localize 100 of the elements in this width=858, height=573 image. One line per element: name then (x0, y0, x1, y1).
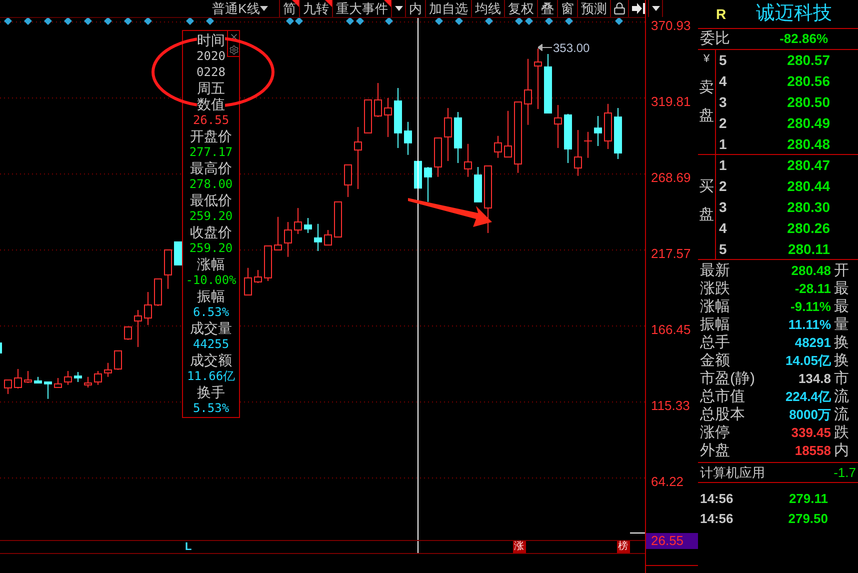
view-dropdown[interactable]: 普通K线 (187, 0, 280, 17)
axis-label: 370.93 (650, 18, 691, 33)
stat-label: 跌 (834, 422, 850, 442)
price-value: 280.57 (787, 51, 830, 70)
tooltip-label: 时间 (197, 32, 225, 48)
toolbar-button[interactable]: 叠 (538, 0, 558, 17)
stat-value: -28.11 (794, 280, 831, 298)
level-number: 2 (719, 114, 727, 133)
side-label: 卖盘 (699, 78, 714, 126)
stat-label: 总股本 (700, 404, 745, 424)
stat-label: 换 (834, 350, 850, 370)
tooltip-label: 换手 (197, 384, 225, 400)
tick-time: 14:56 (700, 490, 734, 508)
stat-label: 涨停 (700, 422, 730, 443)
level-number: 3 (719, 93, 727, 112)
toolbar-button[interactable]: 复权 (505, 0, 538, 17)
stat-label: 最 (834, 278, 850, 299)
stat-label: 外盘 (700, 440, 730, 461)
toolbar-button[interactable]: 九转 (300, 0, 333, 17)
toolbar-button[interactable]: 预测 (578, 0, 611, 17)
axis-label: 166.45 (650, 322, 691, 337)
stat-label: 总市值 (700, 386, 745, 406)
toolbar-button[interactable]: 加自选 (426, 0, 472, 17)
event-marker[interactable]: L (185, 538, 192, 556)
stat-label: 最新 (700, 260, 730, 280)
price-value: 280.48 (787, 135, 830, 154)
stat-value: 11.11% (788, 316, 831, 334)
tooltip-value: 44255 (192, 336, 230, 352)
stat-label: 涨幅 (700, 296, 730, 317)
tooltip-value: 2020 (196, 48, 226, 64)
stat-value: 8000万 (789, 406, 831, 424)
tooltip-value: 11.66亿 (186, 368, 236, 384)
stat-label: 振幅 (700, 314, 730, 334)
stat-value: 280.48 (791, 262, 831, 280)
stock-name: 诚迈科技 (756, 2, 832, 26)
tooltip-value: 259.20 (189, 240, 233, 256)
stat-label: 开 (834, 260, 850, 281)
stat-label: 流 (834, 386, 850, 406)
level-number: 5 (719, 240, 727, 259)
toolbar-button[interactable]: 内 (406, 0, 426, 17)
tooltip-label: 最高价 (190, 160, 232, 176)
axis-label: 115.33 (650, 398, 690, 413)
tooltip-label: 最低价 (190, 192, 232, 208)
stat-value: 134.8 (798, 370, 831, 388)
price-value: 280.44 (787, 177, 830, 196)
stat-value: 48291 (794, 334, 831, 352)
price-value: 280.30 (787, 198, 830, 217)
price-value: 280.26 (787, 219, 830, 238)
tooltip-label: 涨幅 (197, 256, 225, 272)
toolbar-button[interactable]: 窗 (558, 0, 578, 17)
stat-label: 金额 (700, 350, 730, 370)
toolbar-button[interactable]: 简 (280, 0, 300, 17)
level-number: 4 (719, 72, 727, 91)
tooltip-value: 277.17 (189, 144, 233, 160)
peak-price-label: 353.00 (553, 40, 590, 57)
stat-label: 量 (834, 314, 850, 335)
tooltip-label: 周五 (197, 80, 225, 96)
toolbar-button[interactable]: 重大事件 (333, 0, 392, 17)
stat-label: 流 (834, 404, 850, 424)
level-number: 3 (719, 198, 727, 217)
event-marker[interactable]: 涨 (512, 541, 526, 553)
axis-label: 64.22 (650, 474, 684, 489)
tooltip-value: 5.53% (192, 400, 230, 416)
tick-time: 14:56 (700, 510, 734, 528)
tick-price: 279.11 (788, 490, 828, 508)
tooltip-value: -10.00% (186, 272, 236, 288)
tooltip-label: 成交额 (190, 352, 232, 368)
axis-label: 268.69 (650, 170, 691, 185)
cursor-value-label: 26.55 (646, 533, 698, 549)
stat-label: 换 (834, 332, 850, 353)
stat-value: 14.05亿 (785, 352, 831, 370)
field-label: 委比 (700, 28, 730, 49)
tooltip-value: 0228 (196, 64, 226, 80)
price-value: 280.50 (787, 93, 830, 112)
sector-name: 计算机应用 (700, 464, 765, 482)
tooltip-value: 6.53% (192, 304, 230, 320)
stat-label: 市 (834, 368, 850, 388)
sector-change: -1.7 (834, 464, 856, 482)
tooltip-label: 成交量 (190, 320, 232, 336)
stat-label: 总手 (700, 332, 730, 352)
tooltip-label: 振幅 (197, 288, 225, 304)
level-number: 4 (719, 219, 727, 238)
tooltip-value: 26.55 (192, 112, 230, 128)
event-marker[interactable]: 榜 (616, 541, 630, 553)
stat-label: 市盈(静) (700, 368, 755, 388)
level-number: 2 (719, 177, 727, 196)
stat-label: 涨跌 (700, 278, 730, 298)
price-value: 280.56 (787, 72, 830, 91)
currency-label: ¥ (703, 52, 710, 66)
axis-label: 217.57 (650, 246, 691, 261)
tooltip-label: 开盘价 (190, 128, 232, 144)
stat-value: 224.4亿 (785, 388, 831, 406)
tooltip-value: 278.00 (189, 176, 233, 192)
field-value: -82.86% (780, 30, 828, 48)
price-value: 280.47 (787, 156, 830, 175)
level-number: 1 (719, 135, 727, 154)
toolbar-button[interactable]: 均线 (472, 0, 505, 17)
level-number: 1 (719, 156, 727, 175)
stat-label: 内 (834, 440, 850, 461)
flag-label: R (716, 4, 726, 24)
